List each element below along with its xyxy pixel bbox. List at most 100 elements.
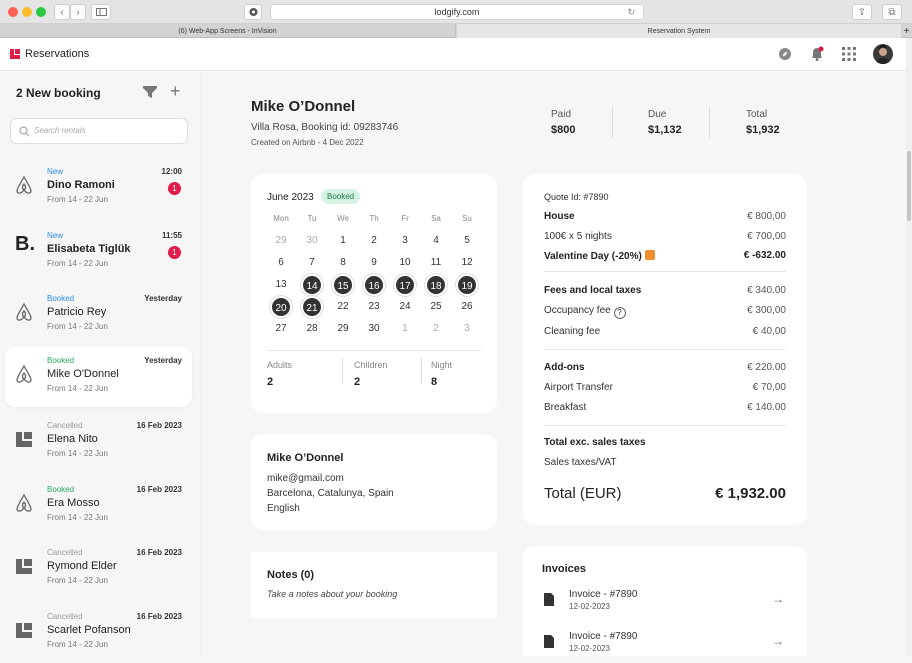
calendar-day[interactable]: 13 [270,274,292,296]
calendar-day[interactable]: 7 [301,252,323,274]
calendar-day[interactable]: 30 [301,230,323,252]
booking-item-scarlet-pofanson[interactable]: Cancelled Scarlet Pofanson From 14 - 22 … [5,603,192,663]
tabs-overview-button[interactable]: ⧉ [882,4,902,20]
invoice-item[interactable]: Invoice - #7890 12-02-2023 → [542,589,786,619]
filter-button[interactable] [142,85,158,99]
calendar-day[interactable]: 4 [425,230,447,252]
help-icon[interactable]: ? [613,307,626,319]
calendar-day[interactable]: 20 [270,296,292,318]
weekday-label: Mon [273,214,289,223]
search-input[interactable]: Search rentals [10,118,188,144]
minimize-window-button[interactable] [22,7,32,17]
quote-row-total-exc: Total exc. sales taxes [544,437,786,448]
booking-item-dino-ramoni[interactable]: New Dino Ramoni From 14 - 22 Jun 12:00 1 [5,158,192,218]
booking-guest-name: Scarlet Pofanson [47,624,131,636]
calendar-day[interactable]: 29 [332,318,354,340]
apps-grid-button[interactable] [842,47,856,61]
calendar-day[interactable]: 10 [394,252,416,274]
forward-button[interactable]: › [70,4,86,20]
calendar-day[interactable]: 3 [394,230,416,252]
help-button[interactable] [778,47,792,61]
close-window-button[interactable] [8,7,18,17]
sidebar-toggle-button[interactable] [91,4,111,20]
calendar-day[interactable]: 30 [363,318,385,340]
calendar-day[interactable]: 6 [270,252,292,274]
booking-item-elisabeta-tigluk[interactable]: B. New Elisabeta Tiglük From 14 - 22 Jun… [5,222,192,282]
document-icon [544,635,554,648]
airbnb-icon [16,493,32,512]
calendar-day[interactable]: 29 [270,230,292,252]
booking-item-rymond-elder[interactable]: Cancelled Rymond Elder From 14 - 22 Jun … [5,539,192,599]
calendar-day[interactable]: 21 [301,296,323,318]
calendar-day[interactable]: 2 [363,230,385,252]
calendar-day[interactable]: 5 [456,230,478,252]
booking-status: Booked [47,485,75,494]
calendar-day[interactable]: 2 [425,318,447,340]
calendar-day[interactable]: 11 [425,252,447,274]
total-label: Total (EUR) [544,485,622,502]
invoice-item[interactable]: Invoice - #7890 12-02-2023 → [542,631,786,661]
booking-item-patricio-rey[interactable]: Booked Patricio Rey From 14 - 22 Jun Yes… [5,285,192,345]
booking-created: Created on Airbnb - 4 Dec 2022 [251,138,364,147]
scrollbar-thumb[interactable] [907,151,911,221]
calendar-day[interactable]: 28 [301,318,323,340]
avatar[interactable] [873,44,893,64]
booking-dates: From 14 - 22 Jun [47,576,108,585]
contact-email[interactable]: mike@gmail.com [267,473,344,484]
maximize-window-button[interactable] [36,7,46,17]
tab-label: Reservation System [647,27,711,35]
share-button[interactable]: ⇪ [852,4,872,20]
calendar-day[interactable]: 17 [394,274,416,296]
browser-tab-reservation[interactable]: Reservation System [457,24,901,38]
calendar-day[interactable]: 22 [332,296,354,318]
add-booking-button[interactable]: + [170,82,181,100]
booking-guest-name: Mike O'Donnel [47,368,119,380]
quote-row-addons: Add-ons € 220.00 [544,362,786,373]
calendar-day[interactable]: 14 [301,274,323,296]
compass-icon [779,48,791,60]
page-scrollbar[interactable] [906,71,912,656]
scrollbar-track[interactable] [906,38,912,71]
calendar-day[interactable]: 18 [425,274,447,296]
booking-item-elena-nito[interactable]: Cancelled Elena Nito From 14 - 22 Jun 16… [5,412,192,472]
calendar-day[interactable]: 8 [332,252,354,274]
contact-card: Mike O’Donnel mike@gmail.com Barcelona, … [251,434,497,530]
calendar-day[interactable]: 1 [394,318,416,340]
calendar-day[interactable]: 3 [456,318,478,340]
contact-language: English [267,503,300,514]
calendar-day[interactable]: 19 [456,274,478,296]
booking-guest-name: Patricio Rey [47,306,107,318]
privacy-shield-button[interactable] [244,4,262,20]
booking-item-era-mosso[interactable]: Booked Era Mosso From 14 - 22 Jun 16 Feb… [5,476,192,536]
calendar-day[interactable]: 23 [363,296,385,318]
children-count: 2 [354,376,361,388]
notifications-button[interactable] [810,46,824,62]
calendar-day[interactable]: 9 [363,252,385,274]
arrow-right-icon[interactable]: → [772,634,784,648]
booking-guest-name: Rymond Elder [47,560,117,572]
calendar-day[interactable]: 15 [332,274,354,296]
calendar-day[interactable]: 25 [425,296,447,318]
calendar-day[interactable]: 12 [456,252,478,274]
arrow-right-icon[interactable]: → [772,592,784,606]
night-label: Night [431,360,453,370]
chevron-left-icon: ‹ [60,6,64,18]
booking-item-mike-odonnel[interactable]: Booked Mike O'Donnel From 14 - 22 Jun Ye… [5,347,192,407]
notes-input[interactable]: Take a notes about your booking [267,589,397,599]
back-button[interactable]: ‹ [54,4,70,20]
booking-time: 16 Feb 2023 [136,485,182,494]
address-bar[interactable]: lodgify.com ↻ [270,4,644,20]
calendar-day[interactable]: 27 [270,318,292,340]
row-value: € 700,00 [747,231,786,242]
browser-tab-invision[interactable]: (6) Web-App Screens - InVision [0,24,456,38]
row-label: Occupancy fee [544,305,611,316]
calendar-day[interactable]: 16 [363,274,385,296]
quote-row-nights: 100€ x 5 nights € 700,00 [544,231,786,242]
booking-status: Cancelled [47,421,83,430]
new-tab-button[interactable]: + [901,24,912,38]
reload-icon[interactable]: ↻ [627,7,635,18]
calendar-day[interactable]: 1 [332,230,354,252]
calendar-day[interactable]: 24 [394,296,416,318]
calendar-month: June 2023 [267,192,314,203]
calendar-day[interactable]: 26 [456,296,478,318]
